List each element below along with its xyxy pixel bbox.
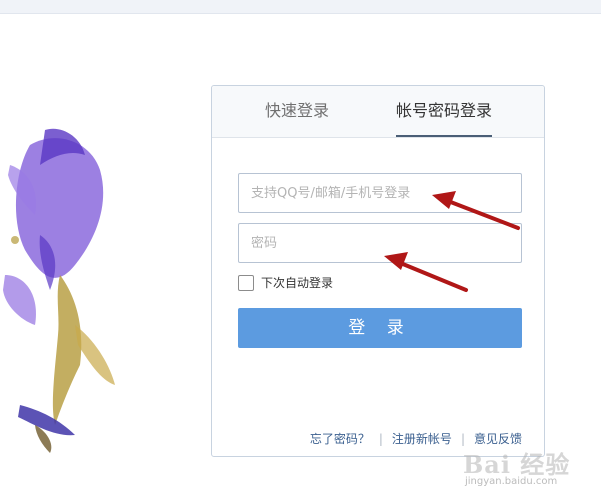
username-input[interactable] [239, 174, 521, 212]
browser-top-bar [0, 0, 601, 14]
active-tab-indicator [396, 135, 492, 137]
forgot-password-link[interactable]: 忘了密码？ [310, 432, 370, 446]
baidu-jingyan-watermark: Bai 经验 jingyan.baidu.com [463, 443, 581, 495]
username-field[interactable] [238, 173, 522, 213]
watermark-url: jingyan.baidu.com [465, 476, 558, 487]
remember-checkbox[interactable] [238, 275, 254, 291]
tab-account-login[interactable]: 帐号密码登录 [396, 100, 492, 122]
register-link[interactable]: 注册新帐号 [392, 432, 452, 446]
login-panel: 快速登录 帐号密码登录 下次自动登录 登 录 忘了密码？|注册新帐号|意见反馈 [211, 85, 545, 457]
password-input[interactable] [239, 224, 521, 262]
login-tabs: 快速登录 帐号密码登录 [212, 86, 544, 138]
watermark-logo: Bai 经验 [463, 450, 571, 479]
decorative-brush-art [3, 128, 115, 453]
link-separator: | [378, 432, 383, 446]
password-field[interactable] [238, 223, 522, 263]
tab-quick-login[interactable]: 快速登录 [265, 100, 329, 122]
login-button[interactable]: 登 录 [238, 308, 522, 348]
remember-label[interactable]: 下次自动登录 [261, 275, 333, 291]
